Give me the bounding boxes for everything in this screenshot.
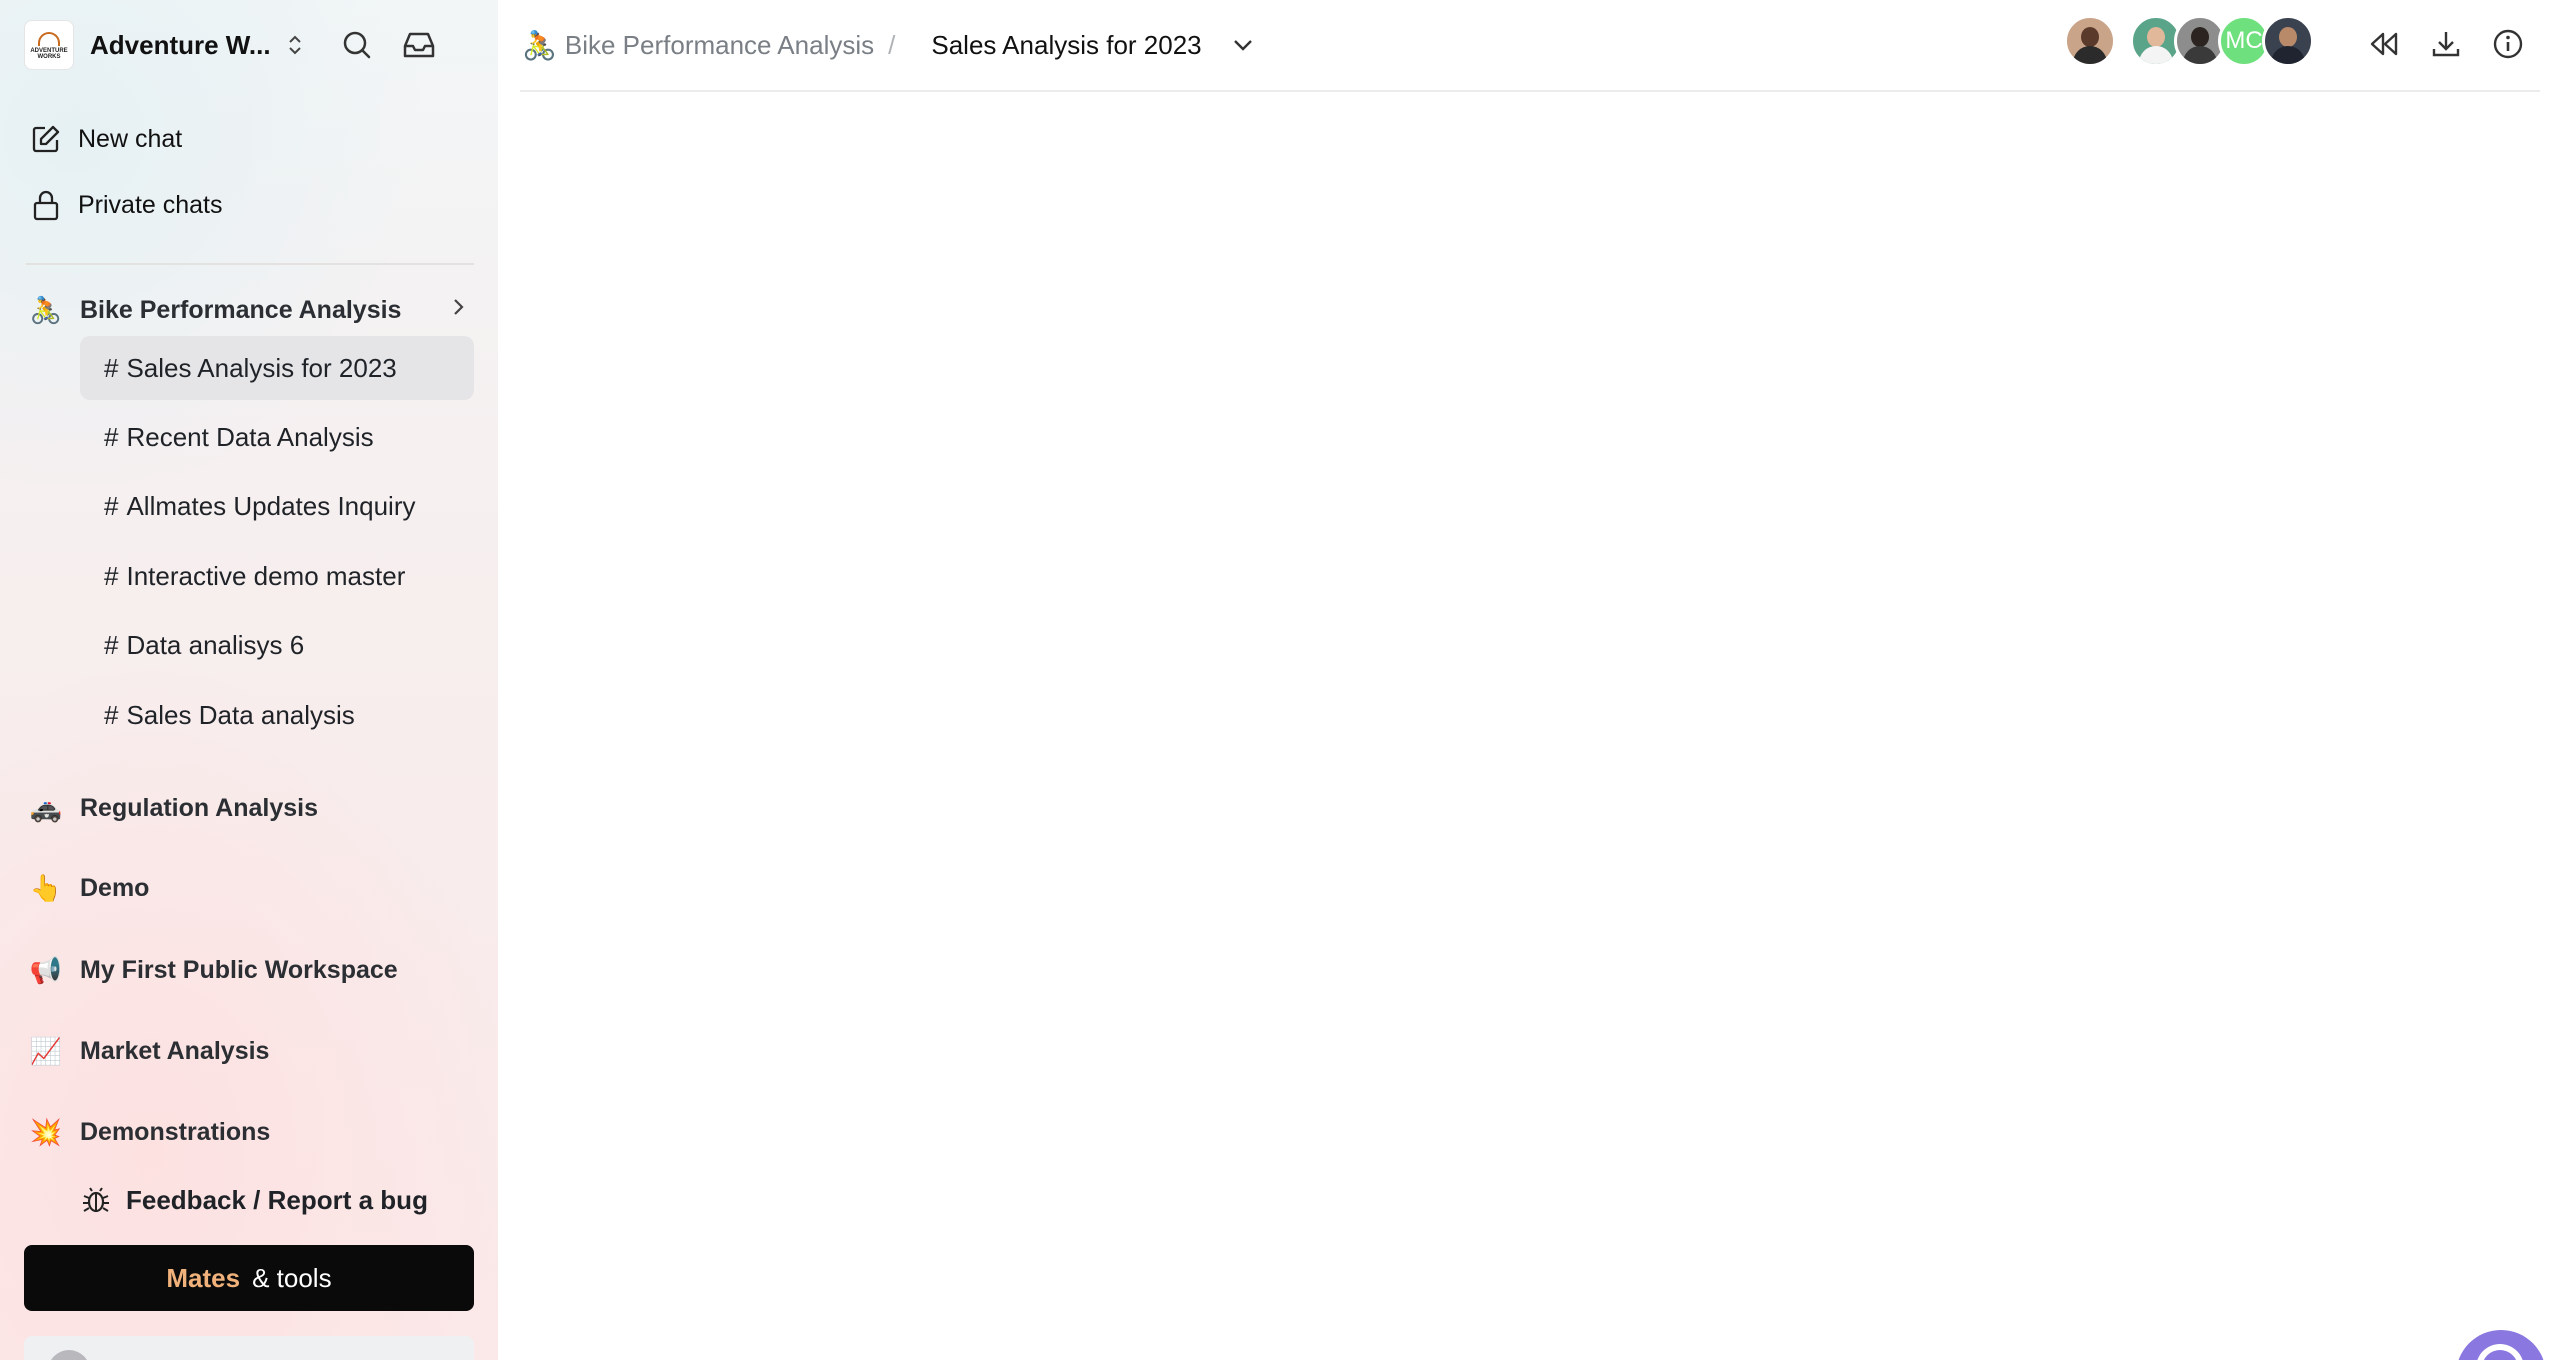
private-chats-label: Private chats [78,190,223,219]
breadcrumb-parent-link[interactable]: Bike Performance Analysis [565,30,874,61]
bug-icon [80,1184,112,1216]
section-label: Demonstrations [80,1117,271,1146]
sidebar: ADVENTURE WORKS Adventure W... New chat … [0,0,498,1360]
section-demonstrations[interactable]: 💥 Demonstrations [28,1106,474,1158]
avatar-head-shape [2279,27,2297,47]
channel-label: Allmates Updates Inquiry [126,490,416,521]
channel-label: Interactive demo master [126,560,406,591]
section-regulation-analysis[interactable]: 🚓 Regulation Analysis [28,782,474,834]
section-label: Market Analysis [80,1036,270,1065]
pointing-hand-emoji-icon: 👆 [29,872,63,903]
channel-data-analisys-6[interactable]: # Data analisys 6 [80,613,474,677]
breadcrumb-current[interactable]: Sales Analysis for 2023 [931,30,1201,61]
search-icon[interactable] [337,25,377,65]
chevron-up-down-icon[interactable] [283,29,307,61]
avatar-initials: MC [2225,27,2263,54]
avatar-body-shape [2139,46,2173,64]
section-bike-performance-analysis[interactable]: 🚴 Bike Performance Analysis [28,284,474,336]
channel-sales-data-analysis[interactable]: # Sales Data analysis [80,683,474,747]
user-avatar[interactable] [48,1350,90,1360]
avatar-head-shape [2081,27,2099,47]
hash-icon: # [104,629,119,660]
section-label: Demo [80,873,150,902]
channel-label: Sales Analysis for 2023 [126,352,397,383]
workspace-header: ADVENTURE WORKS Adventure W... [24,18,484,72]
edit-icon [30,123,62,155]
member-avatar[interactable] [2064,15,2116,67]
inbox-icon[interactable] [399,25,439,65]
section-market-analysis[interactable]: 📈 Market Analysis [28,1025,474,1077]
member-avatar[interactable] [2262,15,2314,67]
channel-recent-data-analysis[interactable]: # Recent Data Analysis [80,405,474,469]
channel-label: Data analisys 6 [126,629,305,660]
cyclist-emoji-icon: 🚴 [522,29,557,61]
hash-icon: # [104,699,119,730]
channel-topbar: 🚴 Bike Performance Analysis / Sales Anal… [520,0,2540,92]
hash-icon: # [104,421,119,452]
breadcrumb: 🚴 Bike Performance Analysis / Sales Anal… [522,24,1254,66]
chat-main-area [498,94,2560,1360]
avatar-body-shape [2183,46,2217,64]
chevron-right-icon[interactable] [452,297,466,323]
collision-emoji-icon: 💥 [29,1116,63,1147]
workspace-name[interactable]: Adventure W... [90,30,271,61]
hash-icon: # [104,352,119,383]
download-icon[interactable] [2426,24,2466,64]
channel-label: Sales Data analysis [126,699,355,730]
member-avatars[interactable]: MC [2064,14,2314,68]
user-profile-bar[interactable] [24,1336,474,1360]
section-demo[interactable]: 👆 Demo [28,862,474,914]
mates-brand-label: Mates [166,1262,241,1293]
logo-sun-icon [38,32,60,46]
workspace-logo[interactable]: ADVENTURE WORKS [24,20,74,70]
avatar-head-shape [2147,27,2165,47]
mates-tools-button[interactable]: Mates & tools [24,1245,474,1311]
sidebar-divider [26,263,474,265]
private-chats-button[interactable]: Private chats [30,177,470,233]
feedback-label: Feedback / Report a bug [126,1184,428,1215]
new-chat-label: New chat [78,124,183,153]
section-label: My First Public Workspace [80,955,398,984]
hash-icon: # [104,490,119,521]
channel-allmates-updates-inquiry[interactable]: # Allmates Updates Inquiry [80,474,474,538]
info-icon[interactable] [2488,24,2528,64]
cyclist-emoji-icon: 🚴 [29,294,63,325]
megaphone-emoji-icon: 📢 [29,954,63,985]
chart-up-emoji-icon: 📈 [29,1035,63,1066]
avatar-body-shape [2271,46,2305,64]
police-car-emoji-icon: 🚓 [29,792,63,823]
new-chat-button[interactable]: New chat [30,111,470,167]
chat-bubble-icon [2476,1344,2524,1360]
rewind-icon[interactable] [2364,24,2404,64]
mates-tools-label: & tools [252,1262,332,1293]
hash-icon: # [104,560,119,591]
workspace-logo-text: ADVENTURE WORKS [30,48,68,60]
channel-sales-analysis-2023[interactable]: # Sales Analysis for 2023 [80,336,474,400]
avatar-body-shape [2073,46,2107,64]
lock-icon [30,189,62,221]
section-my-first-public-workspace[interactable]: 📢 My First Public Workspace [28,944,474,996]
avatar-head-shape [2191,27,2209,47]
breadcrumb-separator: / [888,29,896,60]
chevron-down-icon[interactable] [1232,38,1254,52]
section-label: Regulation Analysis [80,793,319,822]
section-label: Bike Performance Analysis [80,295,402,324]
channel-interactive-demo-master[interactable]: # Interactive demo master [80,544,474,608]
feedback-report-bug-button[interactable]: Feedback / Report a bug [80,1176,474,1224]
channel-label: Recent Data Analysis [126,421,374,452]
